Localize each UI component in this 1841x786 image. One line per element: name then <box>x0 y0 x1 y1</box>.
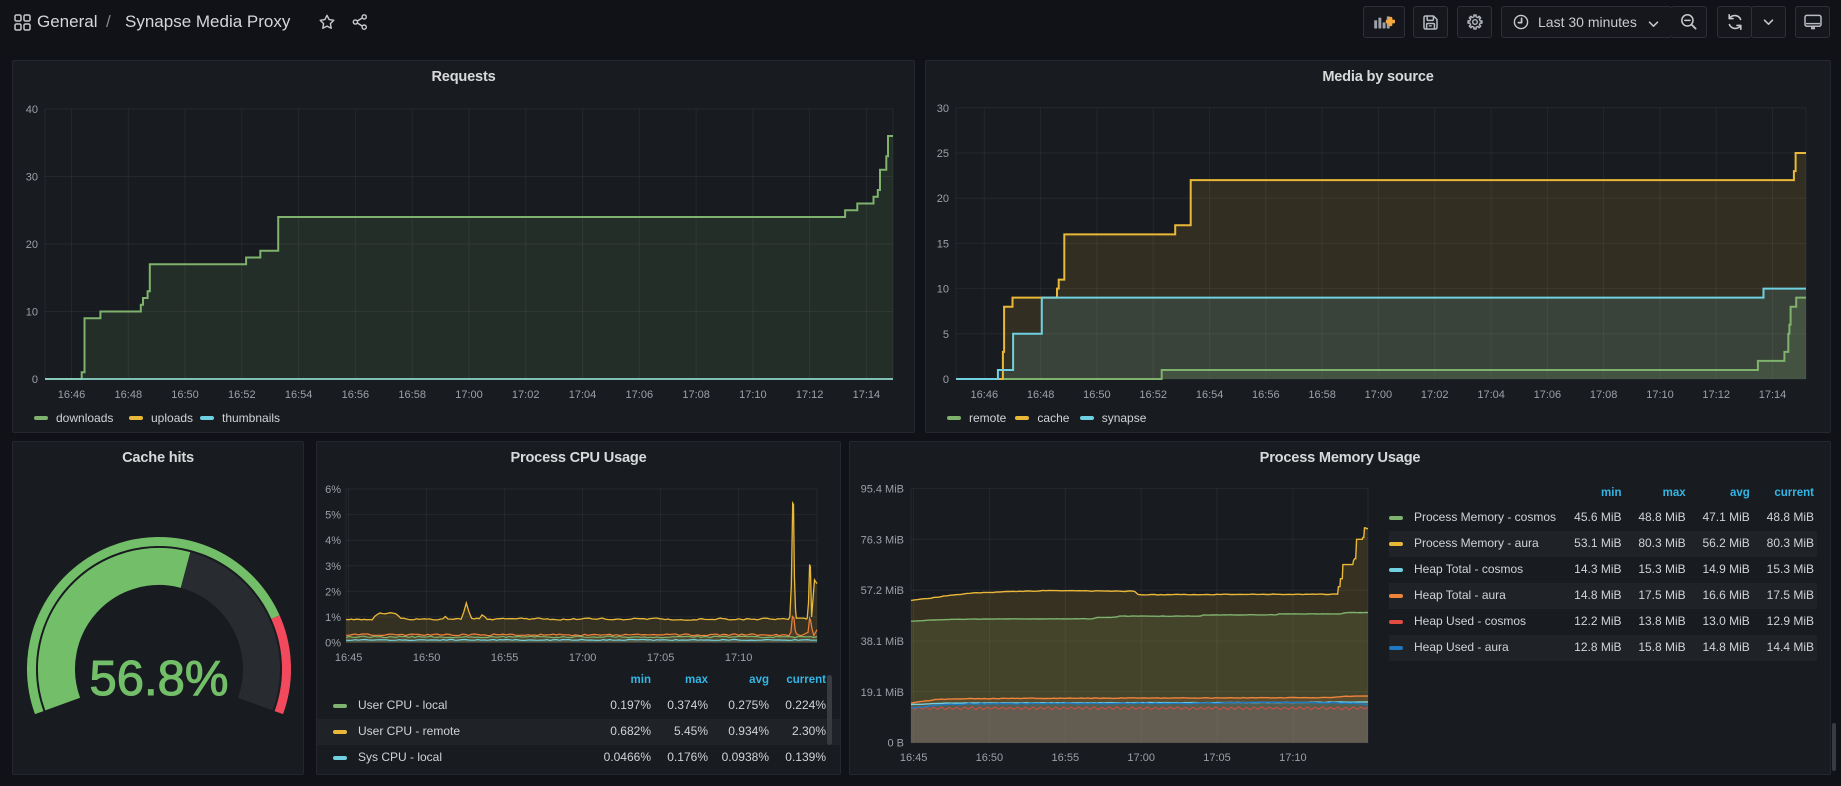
svg-text:16:56: 16:56 <box>1252 389 1280 401</box>
svg-text:16:55: 16:55 <box>1052 752 1080 764</box>
svg-text:17:00: 17:00 <box>1365 389 1393 401</box>
svg-text:17:00: 17:00 <box>455 389 483 401</box>
svg-text:4%: 4% <box>325 535 341 547</box>
svg-text:17:08: 17:08 <box>682 389 710 401</box>
svg-text:17:10: 17:10 <box>739 389 767 401</box>
svg-text:16:52: 16:52 <box>228 389 256 401</box>
svg-text:16:58: 16:58 <box>398 389 426 401</box>
svg-text:16:48: 16:48 <box>1027 389 1055 401</box>
svg-text:15: 15 <box>937 238 949 250</box>
svg-text:38.1 MiB: 38.1 MiB <box>861 636 904 648</box>
svg-text:17:10: 17:10 <box>725 652 753 664</box>
svg-text:17:00: 17:00 <box>1127 752 1155 764</box>
svg-text:0: 0 <box>32 374 38 386</box>
svg-text:16:55: 16:55 <box>491 652 519 664</box>
svg-text:10: 10 <box>26 307 38 319</box>
svg-text:30: 30 <box>26 172 38 184</box>
svg-text:2%: 2% <box>325 586 341 598</box>
svg-text:17:04: 17:04 <box>1477 389 1505 401</box>
svg-text:16:52: 16:52 <box>1139 389 1167 401</box>
svg-text:25: 25 <box>937 148 949 160</box>
svg-text:16:50: 16:50 <box>976 752 1004 764</box>
svg-text:0: 0 <box>943 374 949 386</box>
svg-text:16:50: 16:50 <box>413 652 441 664</box>
svg-text:16:56: 16:56 <box>342 389 370 401</box>
svg-text:16:54: 16:54 <box>1196 389 1224 401</box>
svg-text:17:05: 17:05 <box>1203 752 1231 764</box>
svg-text:16:48: 16:48 <box>115 389 143 401</box>
svg-text:1%: 1% <box>325 612 341 624</box>
svg-text:16:46: 16:46 <box>58 389 86 401</box>
svg-text:20: 20 <box>937 193 949 205</box>
svg-text:10: 10 <box>937 284 949 296</box>
svg-text:17:10: 17:10 <box>1279 752 1307 764</box>
svg-text:0%: 0% <box>325 638 341 650</box>
svg-text:17:10: 17:10 <box>1646 389 1674 401</box>
svg-text:20: 20 <box>26 239 38 251</box>
svg-text:30: 30 <box>937 103 949 115</box>
svg-text:17:06: 17:06 <box>626 389 654 401</box>
svg-text:17:00: 17:00 <box>569 652 597 664</box>
svg-text:16:58: 16:58 <box>1308 389 1336 401</box>
svg-text:56.8%: 56.8% <box>90 652 229 706</box>
svg-text:17:14: 17:14 <box>853 389 881 401</box>
svg-text:16:45: 16:45 <box>335 652 363 664</box>
svg-text:17:05: 17:05 <box>647 652 675 664</box>
svg-text:16:50: 16:50 <box>1083 389 1111 401</box>
svg-text:17:12: 17:12 <box>1702 389 1730 401</box>
svg-text:6%: 6% <box>325 484 341 496</box>
svg-text:17:14: 17:14 <box>1759 389 1787 401</box>
svg-text:16:50: 16:50 <box>171 389 199 401</box>
svg-text:3%: 3% <box>325 561 341 573</box>
svg-text:5: 5 <box>943 329 949 341</box>
svg-text:17:02: 17:02 <box>512 389 540 401</box>
svg-text:5%: 5% <box>325 510 341 522</box>
svg-text:57.2 MiB: 57.2 MiB <box>861 585 904 597</box>
svg-text:17:08: 17:08 <box>1590 389 1618 401</box>
svg-text:17:04: 17:04 <box>569 389 597 401</box>
svg-text:16:46: 16:46 <box>971 389 999 401</box>
svg-text:40: 40 <box>26 104 38 116</box>
svg-text:16:45: 16:45 <box>900 752 928 764</box>
svg-text:17:02: 17:02 <box>1421 389 1449 401</box>
svg-text:95.4 MiB: 95.4 MiB <box>861 483 904 495</box>
svg-text:76.3 MiB: 76.3 MiB <box>861 534 904 546</box>
svg-text:19.1 MiB: 19.1 MiB <box>861 687 904 699</box>
svg-text:0 B: 0 B <box>887 738 904 750</box>
svg-text:17:06: 17:06 <box>1534 389 1562 401</box>
svg-text:17:12: 17:12 <box>796 389 824 401</box>
svg-text:16:54: 16:54 <box>285 389 313 401</box>
